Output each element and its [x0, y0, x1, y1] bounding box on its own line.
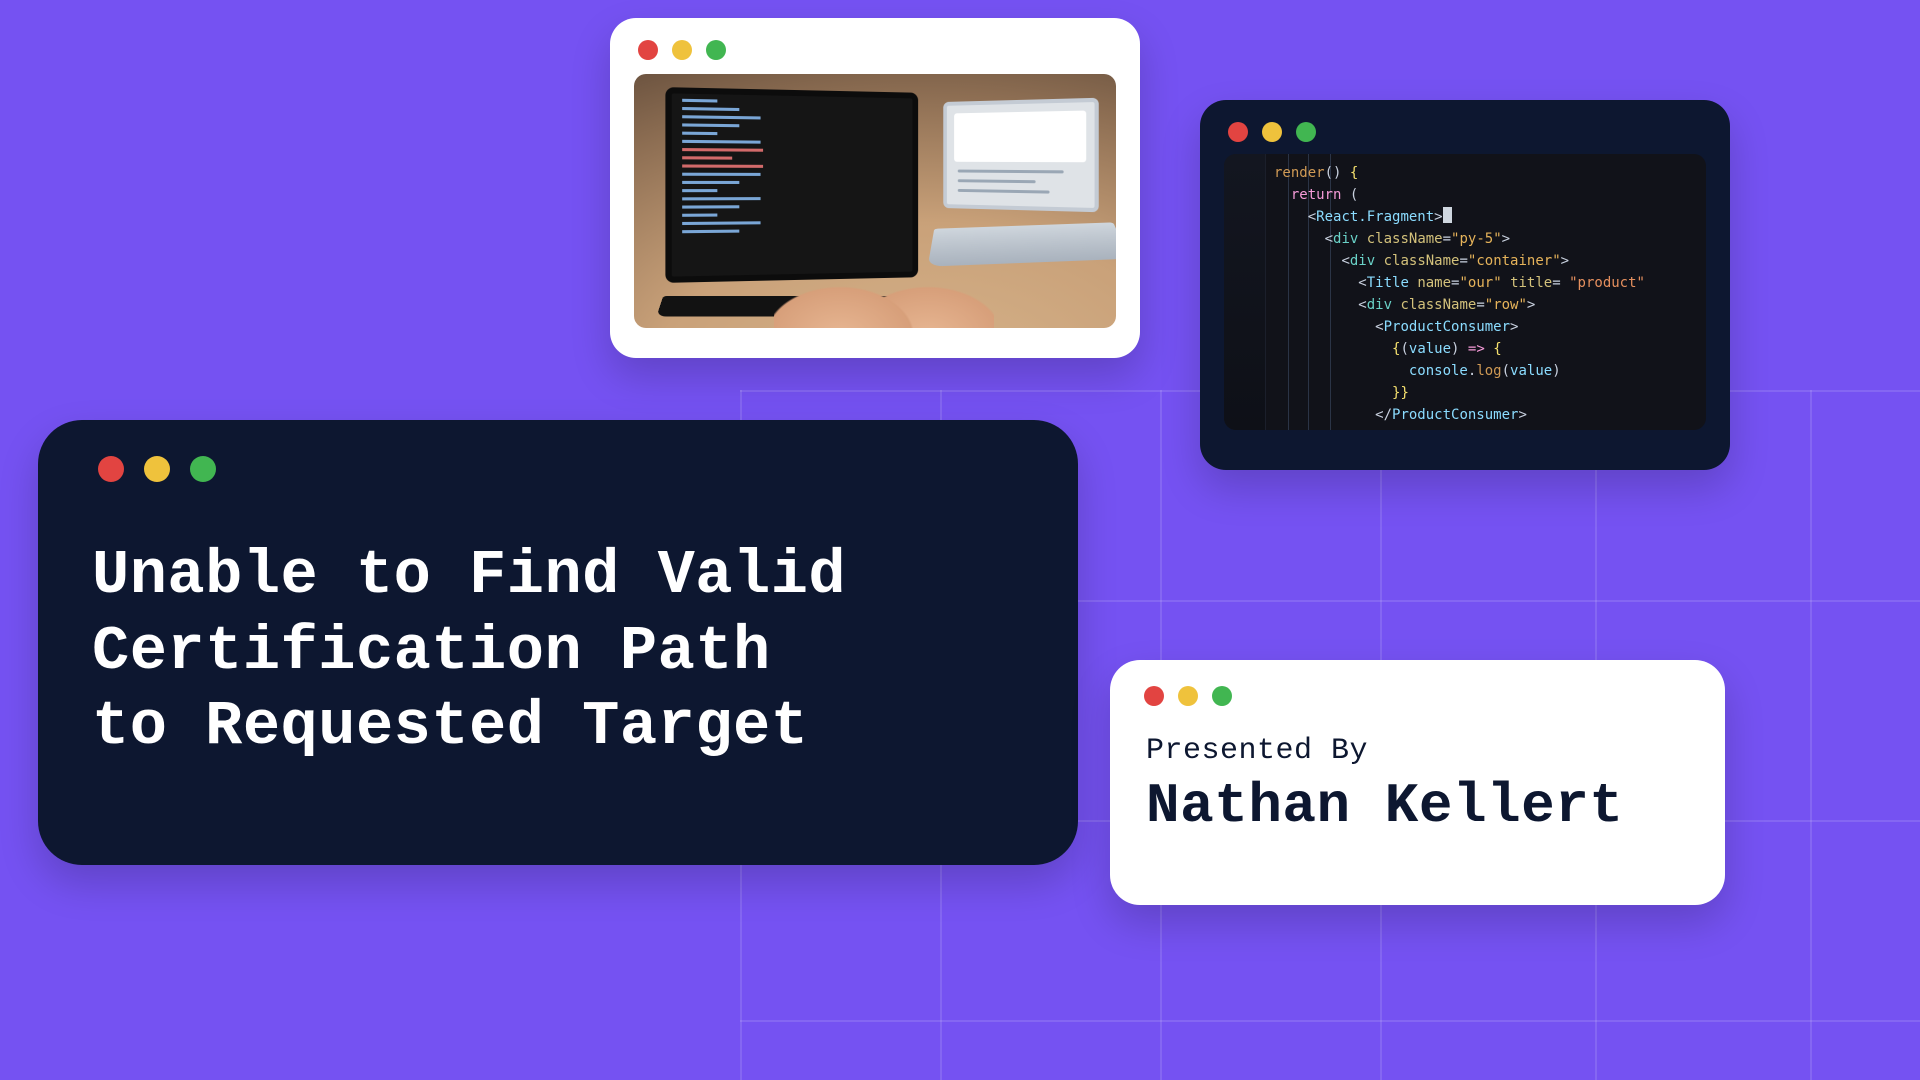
title-line-1: Unable to Find Valid — [92, 540, 846, 611]
presenter-card: Presented By Nathan Kellert — [1110, 660, 1725, 905]
window-controls — [610, 18, 1140, 60]
dot-green-icon — [706, 40, 726, 60]
title-card: Unable to Find Valid Certification Path … — [38, 420, 1078, 865]
dot-green-icon — [190, 456, 216, 482]
dot-yellow-icon — [144, 456, 170, 482]
dot-red-icon — [98, 456, 124, 482]
slide-title: Unable to Find Valid Certification Path … — [38, 482, 1078, 765]
dot-yellow-icon — [1178, 686, 1198, 706]
dot-green-icon — [1296, 122, 1316, 142]
window-controls — [38, 420, 1078, 482]
presenter-name: Nathan Kellert — [1110, 768, 1725, 838]
dot-red-icon — [1144, 686, 1164, 706]
laptop-image — [634, 74, 1116, 328]
title-line-2: Certification Path — [92, 616, 771, 687]
window-controls — [1110, 660, 1725, 706]
dot-green-icon — [1212, 686, 1232, 706]
window-laptop-photo — [610, 18, 1140, 358]
window-code-snippet: render() { return ( <React.Fragment> <di… — [1200, 100, 1730, 470]
dot-yellow-icon — [1262, 122, 1282, 142]
dot-red-icon — [638, 40, 658, 60]
dot-yellow-icon — [672, 40, 692, 60]
dot-red-icon — [1228, 122, 1248, 142]
title-line-3: to Requested Target — [92, 691, 808, 762]
presented-by-label: Presented By — [1110, 706, 1725, 768]
code-editor-image: render() { return ( <React.Fragment> <di… — [1224, 154, 1706, 430]
window-controls — [1200, 100, 1730, 142]
